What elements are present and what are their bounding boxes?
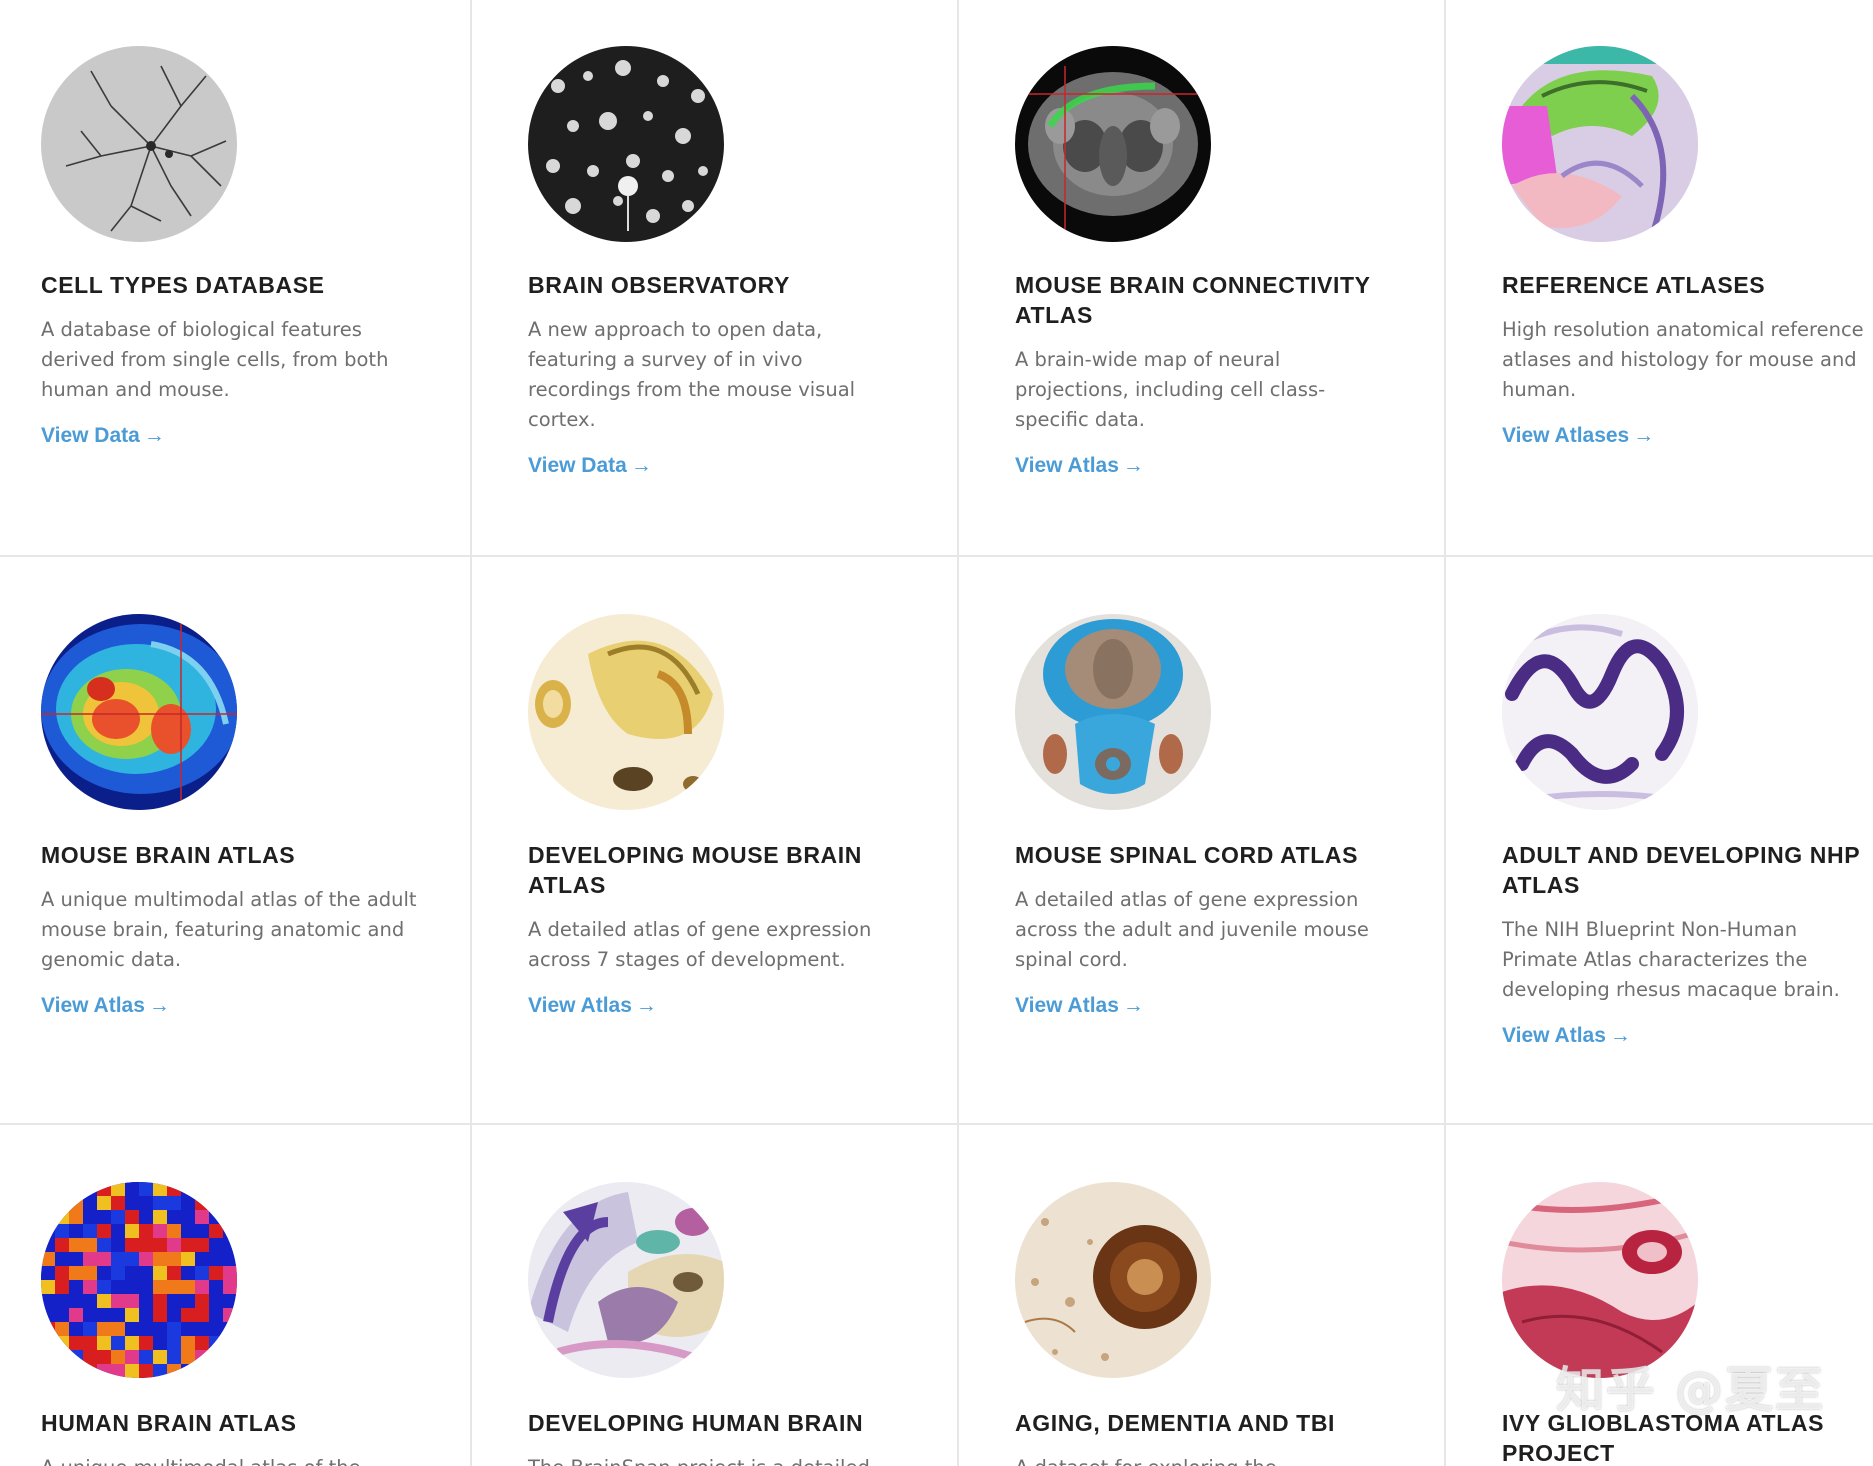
link-label: View Atlas (528, 994, 632, 1017)
card-mouse-brain-connectivity-atlas: MOUSE BRAIN CONNECTIVITY ATLAS A brain-w… (974, 0, 1444, 555)
card-title: BRAIN OBSERVATORY (528, 272, 790, 298)
card-description: A unique multimodal atlas of the (41, 1453, 421, 1466)
card-mouse-brain-atlas: MOUSE BRAIN ATLAS A unique multimodal at… (0, 557, 470, 1123)
column-divider (957, 0, 959, 1466)
card-title: REFERENCE ATLASES (1502, 272, 1766, 298)
tumor-histology-image[interactable] (1502, 1182, 1698, 1378)
view-atlas-link[interactable]: View Atlas → (1015, 991, 1144, 1021)
card-human-brain-atlas: HUMAN BRAIN ATLAS A unique multimodal at… (0, 1125, 470, 1466)
heatmap-brain-image[interactable] (41, 614, 237, 810)
brain-mri-image[interactable] (1015, 46, 1211, 242)
card-developing-mouse-brain-atlas: DEVELOPING MOUSE BRAIN ATLAS A detailed … (487, 557, 957, 1123)
arrow-right-icon: → (635, 994, 657, 1017)
view-atlases-link[interactable]: View Atlases → (1502, 421, 1654, 451)
arrow-right-icon: → (1122, 994, 1144, 1017)
card-description: A detailed atlas of gene expression acro… (1015, 888, 1369, 971)
human-brain-section-image[interactable] (528, 1182, 724, 1378)
card-description: A database of biological features derive… (41, 318, 389, 401)
card-title: ADULT AND DEVELOPING NHP ATLAS (1502, 842, 1860, 898)
microarray-heatmap-image[interactable] (41, 1182, 237, 1378)
arrow-right-icon: → (630, 454, 652, 477)
card-title: MOUSE SPINAL CORD ATLAS (1015, 842, 1359, 868)
card-title: DEVELOPING MOUSE BRAIN ATLAS (528, 842, 862, 898)
card-description: High resolution anatomical reference atl… (1502, 318, 1864, 401)
card-description: A unique multimodal atlas of the adult m… (41, 888, 417, 971)
spinal-cord-image[interactable] (1015, 614, 1211, 810)
link-label: View Atlases (1502, 424, 1630, 447)
cortex-stain-image[interactable] (1502, 614, 1698, 810)
view-atlas-link[interactable]: View Atlas → (41, 991, 170, 1021)
column-divider (1444, 0, 1446, 1466)
card-title: AGING, DEMENTIA AND TBI (1015, 1410, 1336, 1436)
neuron-field-image[interactable] (528, 46, 724, 242)
card-adult-and-developing-nhp-atlas: ADULT AND DEVELOPING NHP ATLAS The NIH B… (1461, 557, 1873, 1123)
arrow-right-icon: → (1633, 424, 1655, 447)
card-title: DEVELOPING HUMAN BRAIN (528, 1410, 864, 1436)
view-data-link[interactable]: View Data → (528, 451, 652, 481)
neuron-image[interactable] (41, 46, 237, 242)
annotated-section-image[interactable] (1502, 46, 1698, 242)
card-description: A detailed atlas of gene expression acro… (528, 918, 872, 971)
watermark: 知乎 @夏至 (1556, 1362, 1825, 1418)
arrow-right-icon: → (1122, 454, 1144, 477)
view-atlas-link[interactable]: View Atlas → (1502, 1021, 1631, 1051)
atlas-grid: CELL TYPES DATABASE A database of biolog… (0, 0, 1873, 1466)
arrow-right-icon: → (143, 424, 165, 447)
view-atlas-link[interactable]: View Atlas → (528, 991, 657, 1021)
card-title: MOUSE BRAIN CONNECTIVITY ATLAS (1015, 272, 1371, 328)
card-reference-atlases: REFERENCE ATLASES High resolution anatom… (1461, 0, 1873, 555)
card-aging-dementia-and-tbi: AGING, DEMENTIA AND TBI A dataset for ex… (974, 1125, 1444, 1466)
link-label: View Data (41, 424, 140, 447)
card-title: CELL TYPES DATABASE (41, 272, 325, 298)
link-label: View Atlas (41, 994, 145, 1017)
link-label: View Atlas (1502, 1024, 1606, 1047)
plaque-stain-image[interactable] (1015, 1182, 1211, 1378)
view-atlas-link[interactable]: View Atlas → (1015, 451, 1144, 481)
arrow-right-icon: → (148, 994, 170, 1017)
card-cell-types-database: CELL TYPES DATABASE A database of biolog… (0, 0, 470, 555)
card-description: The BrainSpan project is a detailed (528, 1453, 908, 1466)
link-label: View Data (528, 454, 627, 477)
card-description: A brain-wide map of neural projections, … (1015, 348, 1326, 431)
card-description: A new approach to open data, featuring a… (528, 318, 856, 431)
link-label: View Atlas (1015, 994, 1119, 1017)
card-title: HUMAN BRAIN ATLAS (41, 1410, 297, 1436)
card-description: The NIH Blueprint Non-Human Primate Atla… (1502, 918, 1840, 1001)
arrow-right-icon: → (1609, 1024, 1631, 1047)
link-label: View Atlas (1015, 454, 1119, 477)
card-description: A dataset for exploring the (1015, 1453, 1395, 1466)
column-divider (470, 0, 472, 1466)
card-brain-observatory: BRAIN OBSERVATORY A new approach to open… (487, 0, 957, 555)
embryo-section-image[interactable] (528, 614, 724, 810)
view-data-link[interactable]: View Data → (41, 421, 165, 451)
card-developing-human-brain: DEVELOPING HUMAN BRAIN The BrainSpan pro… (487, 1125, 957, 1466)
card-title: MOUSE BRAIN ATLAS (41, 842, 296, 868)
card-mouse-spinal-cord-atlas: MOUSE SPINAL CORD ATLAS A detailed atlas… (974, 557, 1444, 1123)
